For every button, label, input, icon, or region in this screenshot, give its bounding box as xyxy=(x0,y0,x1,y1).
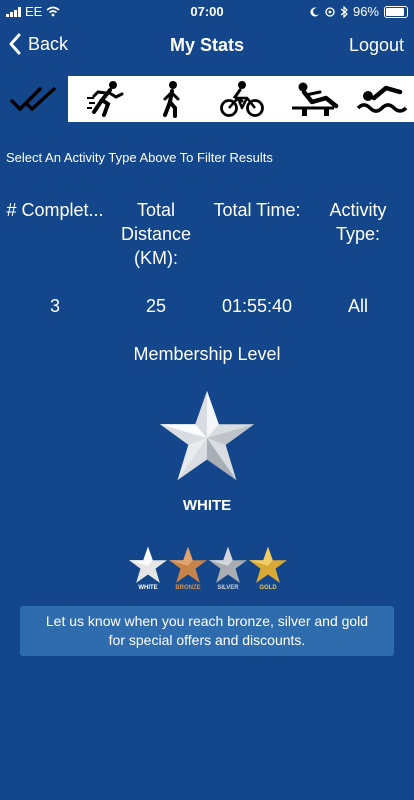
level-gold-label: GOLD xyxy=(259,585,277,591)
double-check-icon xyxy=(10,87,56,112)
nav-bar: Back My Stats Logout xyxy=(0,22,414,68)
level-bronze: BRONZE xyxy=(168,546,208,591)
battery-percent: 96% xyxy=(352,4,379,19)
logout-button[interactable]: Logout xyxy=(349,35,404,56)
bronze-star-icon xyxy=(169,546,207,583)
activity-tabs xyxy=(0,76,414,122)
cycling-icon xyxy=(220,81,264,117)
white-star-icon xyxy=(129,546,167,583)
promo-text: Let us know when you reach bronze, silve… xyxy=(45,613,369,648)
membership-level: WHITE xyxy=(182,497,232,514)
tab-swimming[interactable] xyxy=(352,76,412,122)
value-completed: 3 xyxy=(49,296,60,316)
level-silver: SILVER xyxy=(208,546,248,591)
level-white: WHITE xyxy=(128,546,168,591)
value-total-distance: 25 xyxy=(145,296,167,316)
tab-walking[interactable] xyxy=(142,76,202,122)
header-completed: # Complet... xyxy=(6,200,104,220)
status-right: 96% xyxy=(310,4,408,19)
level-silver-label: SILVER xyxy=(217,585,239,591)
header-total-distance: Total Distance (KM): xyxy=(120,200,192,268)
tab-rowing[interactable] xyxy=(282,76,346,122)
tab-cycling[interactable] xyxy=(214,76,270,122)
value-activity-type: All xyxy=(347,296,368,316)
promo-banner: Let us know when you reach bronze, silve… xyxy=(20,606,394,656)
swimming-icon xyxy=(356,85,408,113)
walking-icon xyxy=(163,81,180,118)
level-bronze-label: BRONZE xyxy=(175,585,201,591)
battery-icon xyxy=(384,5,408,18)
bluetooth-icon xyxy=(340,5,348,18)
filter-hint: Select An Activity Type Above To Filter … xyxy=(6,150,273,165)
level-gold: GOLD xyxy=(248,546,288,591)
running-icon xyxy=(87,81,124,117)
membership-levels-legend: WHITE BRONZE SILVER GOLD xyxy=(128,546,288,602)
moon-icon xyxy=(310,7,319,17)
rowing-icon xyxy=(292,82,339,116)
tab-running[interactable] xyxy=(76,76,136,122)
tab-all-activities[interactable] xyxy=(0,76,68,122)
value-total-time: 01:55:40 xyxy=(221,296,293,316)
status-bar: EE 07:00 96% xyxy=(0,0,414,22)
header-total-time: Total Time: xyxy=(213,200,301,220)
location-lock-icon xyxy=(325,6,335,17)
level-white-label: WHITE xyxy=(138,585,158,591)
header-activity-type: Activity Type: xyxy=(329,200,387,244)
membership-title: Membership Level xyxy=(133,344,281,364)
gold-star-icon xyxy=(249,546,287,583)
silver-star-icon xyxy=(209,546,247,583)
white-star-icon xyxy=(159,390,255,481)
